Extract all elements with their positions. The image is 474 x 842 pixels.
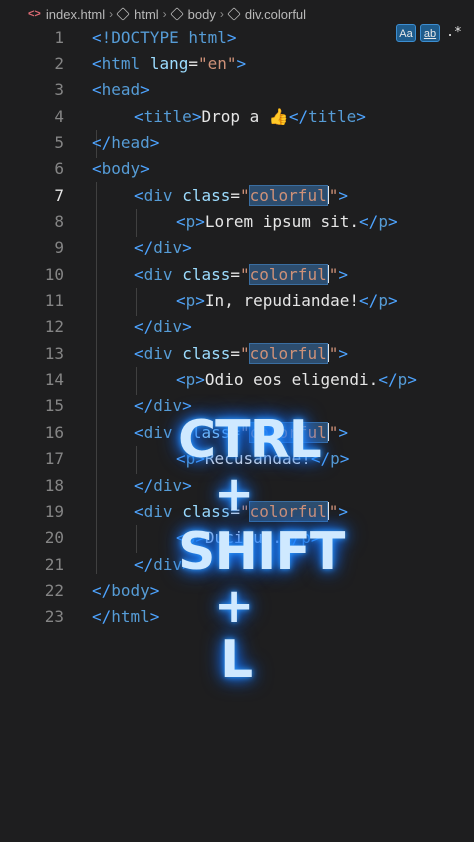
find-match-highlight: colorful: [248, 264, 328, 285]
line-number-active: 7: [54, 186, 64, 205]
code-line-5[interactable]: </head>: [92, 130, 159, 156]
find-options: Aa ab .*: [396, 24, 464, 42]
element-cube-icon: [169, 7, 184, 21]
line-number: 12: [44, 317, 64, 336]
chevron-right-icon: ›: [109, 7, 114, 21]
breadcrumb-label: index.html: [45, 6, 106, 22]
line-number: 19: [44, 502, 64, 521]
code-line-1[interactable]: <!DOCTYPE html>: [92, 25, 237, 51]
breadcrumb-label: div.colorful: [244, 6, 307, 22]
indent-guide: [136, 525, 137, 553]
code-line-7[interactable]: <div class="colorful ">: [134, 183, 348, 209]
line-number: 13: [44, 344, 64, 363]
line-number: 18: [44, 476, 64, 495]
indent-guide: [136, 209, 137, 237]
line-number: 14: [44, 370, 64, 389]
line-number: 21: [44, 555, 64, 574]
breadcrumb-label: html: [134, 6, 159, 22]
shortcut-plus: +: [214, 578, 254, 634]
shortcut-key-ctrl: CTRL: [178, 410, 322, 470]
find-match-highlight: colorful: [248, 185, 328, 206]
code-line-4[interactable]: <title>Drop a 👍</title>: [134, 104, 366, 130]
match-whole-word-toggle[interactable]: ab: [420, 24, 440, 42]
chevron-right-icon: ›: [162, 7, 167, 21]
code-line-3[interactable]: <head>: [92, 77, 150, 103]
line-number: 4: [54, 107, 64, 126]
shortcut-key-shift: SHIFT: [178, 522, 345, 582]
chevron-right-icon: ›: [219, 7, 224, 21]
line-number: 1: [54, 28, 64, 47]
line-number: 2: [54, 54, 64, 73]
indent-guide: [136, 367, 137, 395]
line-number: 9: [54, 238, 64, 257]
line-number: 22: [44, 581, 64, 600]
code-line-12[interactable]: </div>: [134, 314, 192, 340]
line-number: 5: [54, 133, 64, 152]
breadcrumb-item-html[interactable]: html: [116, 6, 159, 22]
line-number: 16: [44, 423, 64, 442]
shortcut-plus: +: [214, 466, 254, 522]
code-line-6[interactable]: <body>: [92, 156, 150, 182]
code-line-14[interactable]: <p>Odio eos eligendi.</p>: [176, 367, 417, 393]
line-number: 11: [44, 291, 64, 310]
code-line-13[interactable]: <div class="colorful ">: [134, 341, 348, 367]
breadcrumb-item-body[interactable]: body: [169, 6, 216, 22]
line-number: 20: [44, 528, 64, 547]
line-number: 17: [44, 449, 64, 468]
element-cube-icon: [116, 7, 130, 21]
html-file-icon: <>: [28, 8, 41, 20]
code-line-10[interactable]: <div class="colorful ">: [134, 262, 348, 288]
find-match-highlight: colorful: [248, 501, 328, 522]
indent-guide: [136, 288, 137, 316]
element-cube-icon: [227, 7, 241, 21]
code-line-11[interactable]: <p>In, repudiandae!</p>: [176, 288, 398, 314]
find-match-highlight: colorful: [248, 343, 328, 364]
line-number: 15: [44, 396, 64, 415]
code-line-23[interactable]: </html>: [92, 604, 159, 630]
match-case-toggle[interactable]: Aa: [396, 24, 416, 42]
line-number: 10: [44, 265, 64, 284]
use-regex-toggle[interactable]: .*: [444, 24, 464, 42]
line-number: 6: [54, 159, 64, 178]
breadcrumb-label: body: [187, 6, 216, 22]
breadcrumb-item-file[interactable]: <> index.html: [28, 7, 105, 22]
code-line-9[interactable]: </div>: [134, 235, 192, 261]
indent-guide: [96, 182, 97, 574]
shortcut-key-l: L: [220, 630, 253, 690]
indent-guide: [136, 446, 137, 474]
line-number: 3: [54, 80, 64, 99]
code-line-18[interactable]: </div>: [134, 473, 192, 499]
code-line-22[interactable]: </body>: [92, 578, 159, 604]
code-line-2[interactable]: <html lang="en">: [92, 51, 246, 77]
line-number: 23: [44, 607, 64, 626]
line-number: 8: [54, 212, 64, 231]
breadcrumb-item-div[interactable]: div.colorful: [227, 6, 307, 22]
code-line-8[interactable]: <p>Lorem ipsum sit.</p>: [176, 209, 398, 235]
